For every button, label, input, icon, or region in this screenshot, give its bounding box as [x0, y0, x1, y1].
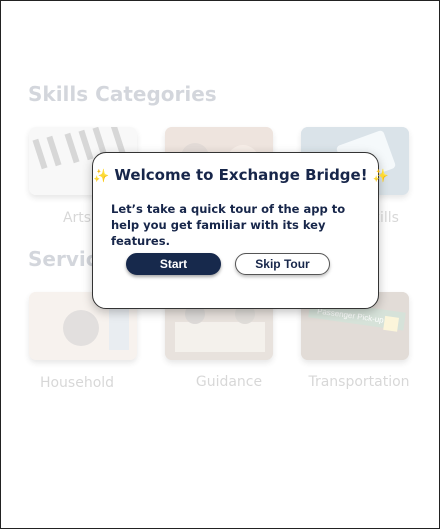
welcome-tour-dialog: ✨ Welcome to Exchange Bridge! ✨ Let’s ta…	[92, 152, 389, 309]
skip-tour-button[interactable]: Skip Tour	[235, 253, 330, 275]
dialog-title: ✨ Welcome to Exchange Bridge! ✨	[93, 166, 389, 184]
dialog-title-text: Welcome to Exchange Bridge!	[114, 166, 368, 184]
start-tour-button[interactable]: Start	[126, 253, 221, 275]
sparkles-icon: ✨	[93, 169, 110, 184]
sparkles-icon: ✨	[372, 169, 389, 184]
app-screen: Skills Categories Arts Skills Services P…	[0, 0, 440, 529]
dialog-body: Let’s take a quick tour of the app to he…	[111, 202, 346, 248]
